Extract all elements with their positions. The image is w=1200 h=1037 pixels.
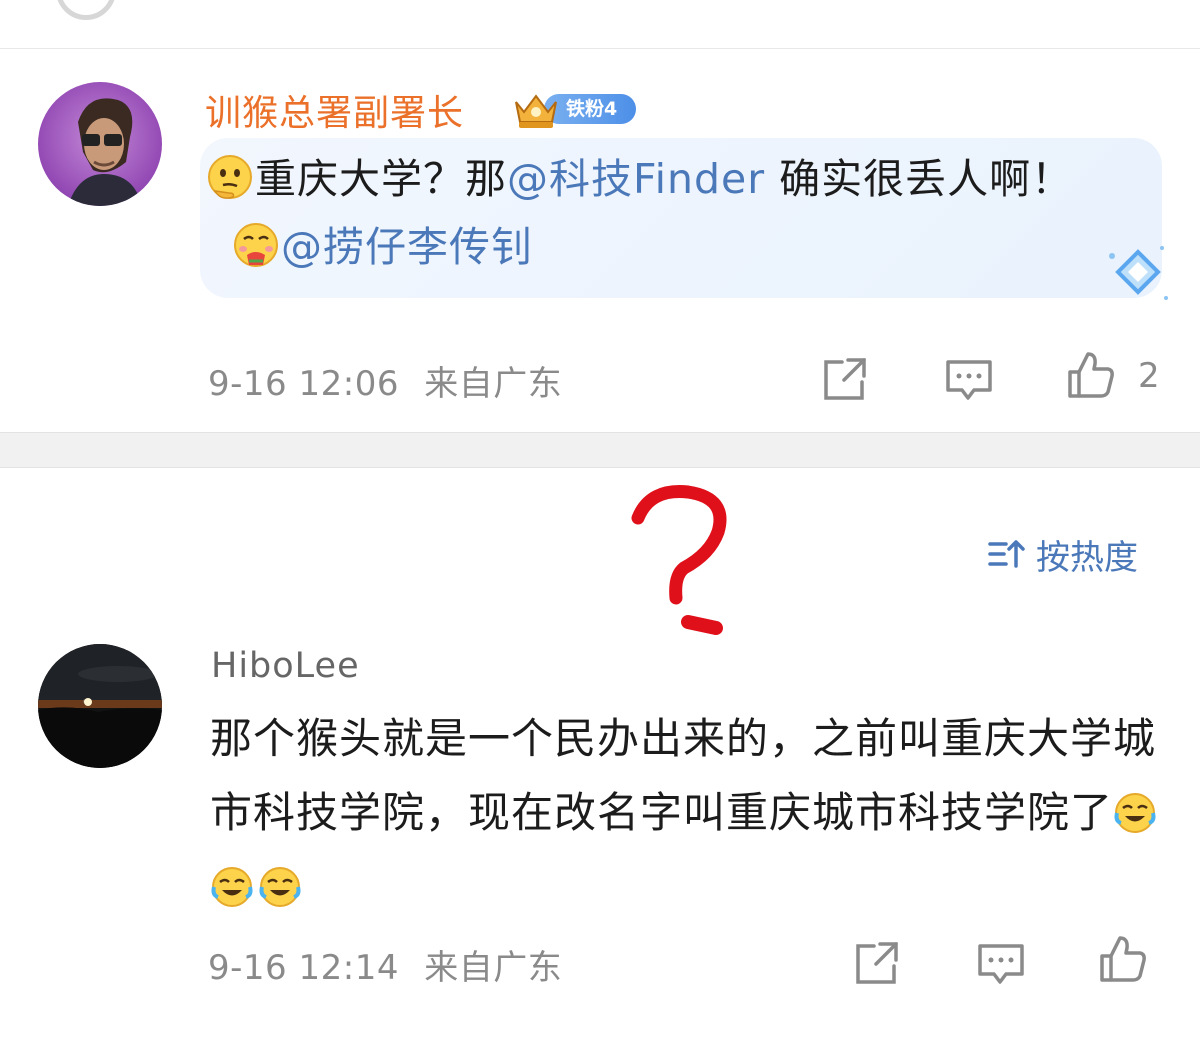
- avatar[interactable]: [38, 82, 162, 206]
- sort-icon: [988, 540, 1025, 568]
- previous-comment-footer: [0, 0, 1200, 49]
- comment-text-part: 确实很丢人啊！: [765, 155, 1074, 203]
- username[interactable]: HiboLee: [211, 646, 360, 686]
- partial-icon: [56, 0, 116, 20]
- username[interactable]: 训猴总署副署长: [205, 84, 464, 136]
- like-icon[interactable]: [1098, 934, 1148, 984]
- fan-badge[interactable]: 铁粉4: [510, 88, 636, 130]
- avatar[interactable]: [38, 644, 162, 768]
- comment-icon[interactable]: [976, 938, 1026, 988]
- location: 来自广东: [424, 948, 563, 988]
- drooling-emoji-icon: [234, 223, 278, 267]
- crying-laughing-emoji-icon: [211, 867, 253, 907]
- like-icon[interactable]: [1066, 350, 1116, 400]
- timestamp: 9-16 12:06: [208, 364, 399, 404]
- section-divider: [0, 432, 1200, 468]
- comment-icon[interactable]: [944, 354, 994, 404]
- comment-meta: 9-16 12:14 来自广东: [208, 940, 562, 989]
- crying-laughing-emoji-icon: [1114, 793, 1156, 833]
- share-icon[interactable]: [820, 354, 870, 404]
- comment-text: 重庆大学？那@科技Finder 确实很丢人啊！ @捞仔李传钊: [205, 145, 1145, 281]
- like-count: 2: [1138, 356, 1160, 396]
- sort-label[interactable]: 按热度: [1036, 530, 1138, 579]
- location: 来自广东: [424, 364, 563, 404]
- mention-link[interactable]: @科技Finder: [507, 155, 765, 203]
- comment-text-part: 那个猴头就是一个民办出来的，之前叫重庆大学城市科技学院，现在改名字叫重庆城市科技…: [210, 714, 1157, 837]
- crying-laughing-emoji-icon: [259, 867, 301, 907]
- timestamp: 9-16 12:14: [208, 948, 399, 988]
- question-mark-annotation-icon: [631, 485, 727, 635]
- share-icon[interactable]: [852, 938, 902, 988]
- mention-link[interactable]: @捞仔李传钊: [281, 223, 533, 271]
- comment-text: 那个猴头就是一个民办出来的，之前叫重庆大学城市科技学院，现在改名字叫重庆城市科技…: [210, 702, 1170, 924]
- comment-meta: 9-16 12:06 来自广东: [208, 356, 562, 405]
- thinking-emoji-icon: [208, 155, 252, 199]
- comment-text-part: 重庆大学？那: [255, 155, 507, 203]
- crown-icon: [515, 94, 557, 128]
